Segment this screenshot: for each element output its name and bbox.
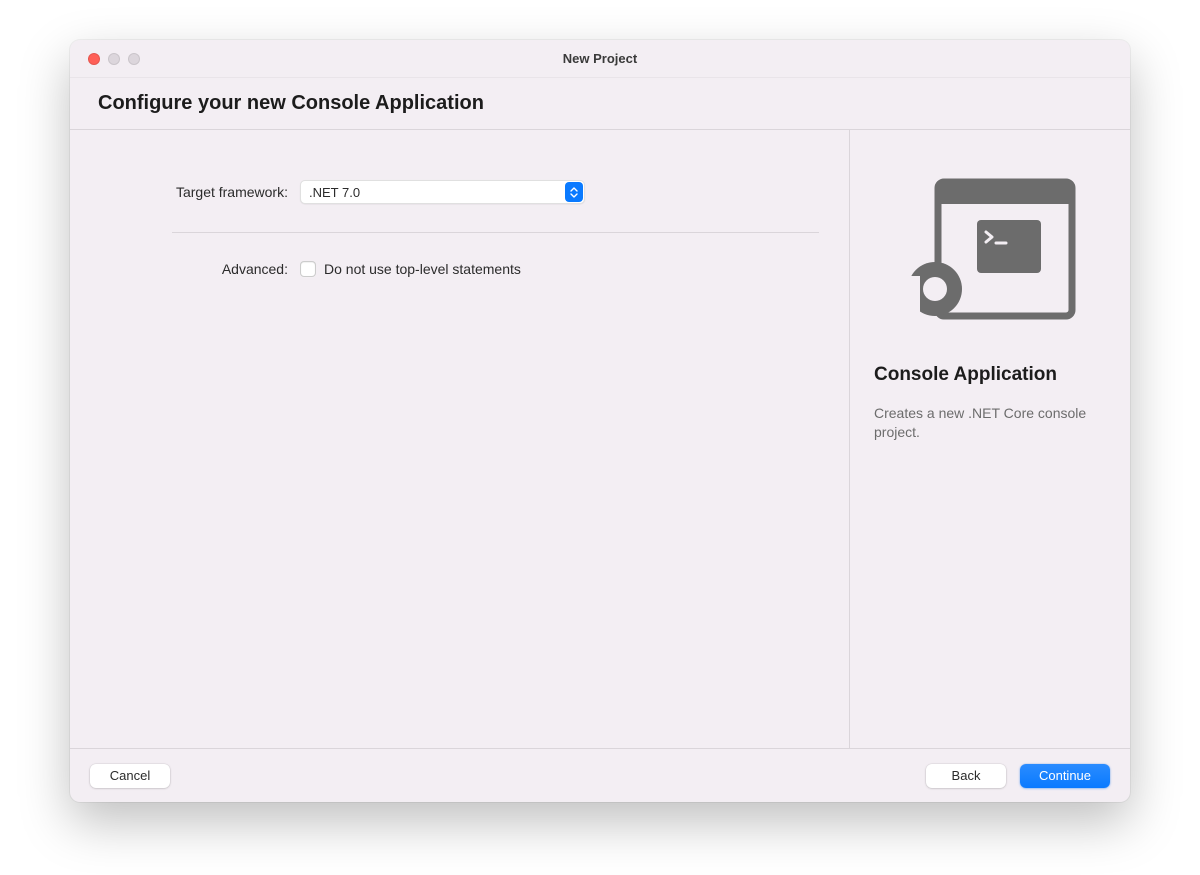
template-description: Creates a new .NET Core console project. (874, 404, 1106, 442)
info-panel: Console Application Creates a new .NET C… (850, 130, 1130, 748)
back-button[interactable]: Back (926, 764, 1006, 788)
chevron-up-down-icon (565, 182, 583, 202)
dialog-window: New Project Configure your new Console A… (70, 40, 1130, 802)
maximize-window-button[interactable] (128, 53, 140, 65)
target-framework-label: Target framework: (100, 184, 300, 200)
subtitle-bar: Configure your new Console Application (70, 78, 1130, 130)
footer: Cancel Back Continue (70, 748, 1130, 802)
template-title: Console Application (874, 364, 1106, 386)
close-window-button[interactable] (88, 53, 100, 65)
continue-button[interactable]: Continue (1020, 764, 1110, 788)
divider (172, 232, 819, 233)
top-level-statements-label: Do not use top-level statements (324, 261, 521, 277)
footer-right: Back Continue (926, 764, 1110, 788)
advanced-row: Advanced: Do not use top-level statement… (100, 261, 819, 277)
target-framework-select[interactable]: .NET 7.0 (300, 180, 585, 204)
console-application-icon (900, 176, 1080, 324)
target-framework-row: Target framework: .NET 7.0 (100, 180, 819, 204)
page-title: Configure your new Console Application (98, 92, 1102, 115)
titlebar: New Project (70, 40, 1130, 78)
target-framework-value: .NET 7.0 (300, 180, 585, 204)
advanced-label: Advanced: (100, 261, 300, 277)
window-title: New Project (70, 51, 1130, 66)
top-level-statements-checkbox[interactable] (300, 261, 316, 277)
template-icon-wrap (874, 176, 1106, 324)
minimize-window-button[interactable] (108, 53, 120, 65)
traffic-lights (70, 53, 140, 65)
cancel-button[interactable]: Cancel (90, 764, 170, 788)
content-area: Target framework: .NET 7.0 Advanced: Do … (70, 130, 1130, 748)
form-panel: Target framework: .NET 7.0 Advanced: Do … (70, 130, 850, 748)
